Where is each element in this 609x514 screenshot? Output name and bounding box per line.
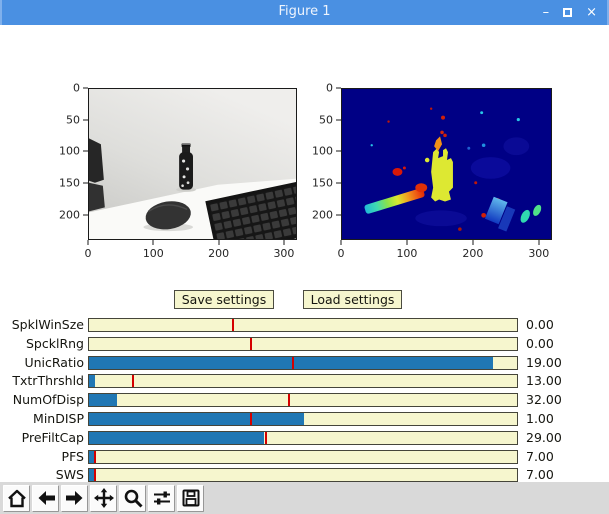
slider-track-SpklWinSze[interactable]	[88, 318, 518, 332]
slider-value: 29.00	[526, 430, 562, 445]
tick-label: 200	[312, 208, 341, 221]
window-controls: – ×	[543, 0, 597, 25]
slider-track-SWS[interactable]	[88, 468, 518, 482]
slider-init-marker	[94, 469, 97, 481]
slider-value: 19.00	[526, 355, 562, 370]
configure-subplots-button[interactable]	[148, 484, 175, 512]
disparity-image	[342, 89, 551, 239]
slider-init-marker	[131, 375, 134, 387]
slider-label: SpcklRng	[26, 336, 84, 351]
left-plot-y-axis: 0 50 100 150 200	[28, 82, 88, 240]
disparity-map-plot[interactable]	[341, 88, 552, 240]
pan-button[interactable]	[90, 484, 117, 512]
slider-row-SWS: SWS 7.00	[0, 468, 609, 482]
close-button[interactable]: ×	[586, 0, 597, 25]
figure-window: Figure 1 – × 0 50 100 150 200 0 100 200 …	[0, 0, 609, 514]
slider-label: PreFiltCap	[21, 430, 84, 445]
tick-label: 0	[85, 240, 92, 260]
slider-init-marker	[232, 319, 235, 331]
slider-init-marker	[288, 394, 291, 406]
tick-label: 200	[208, 240, 229, 260]
slider-label: TxtrThrshld	[12, 373, 84, 388]
tick-label: 0	[73, 82, 88, 95]
sliders-icon	[153, 491, 170, 505]
tick-label: 300	[273, 240, 294, 260]
slider-row-SpklWinSze: SpklWinSze 0.00	[0, 318, 609, 332]
slider-track-UnicRatio[interactable]	[88, 356, 518, 370]
slider-label: NumOfDisp	[12, 392, 84, 407]
slider-label: UnicRatio	[24, 355, 84, 370]
tick-label: 200	[59, 208, 88, 221]
left-plot-x-axis: 0 100 200 300	[85, 240, 297, 260]
titlebar[interactable]: Figure 1 – ×	[0, 0, 609, 25]
slider-init-marker	[250, 338, 253, 350]
tick-label: 0	[326, 82, 341, 95]
slider-fill	[89, 375, 96, 387]
camera-image	[89, 89, 296, 239]
slider-label: PFS	[61, 449, 84, 464]
slider-value: 0.00	[526, 317, 554, 332]
slider-value: 13.00	[526, 373, 562, 388]
slider-track-PFS[interactable]	[88, 450, 518, 464]
slider-value: 7.00	[526, 467, 554, 482]
forward-arrow-icon	[65, 491, 82, 505]
tick-label: 150	[59, 177, 88, 190]
tick-label: 100	[312, 145, 341, 158]
tick-label: 200	[462, 240, 483, 260]
slider-row-PreFiltCap: PreFiltCap 29.00	[0, 431, 609, 445]
slider-row-NumOfDisp: NumOfDisp 32.00	[0, 393, 609, 407]
slider-row-SpcklRng: SpcklRng 0.00	[0, 337, 609, 351]
tick-label: 100	[396, 240, 417, 260]
slider-label: SpklWinSze	[11, 317, 84, 332]
save-settings-button[interactable]: Save settings	[174, 290, 274, 309]
slider-track-MinDISP[interactable]	[88, 412, 518, 426]
tick-label: 50	[319, 113, 341, 126]
slider-track-SpcklRng[interactable]	[88, 337, 518, 351]
slider-row-UnicRatio: UnicRatio 19.00	[0, 356, 609, 370]
slider-row-TxtrThrshld: TxtrThrshld 13.00	[0, 374, 609, 388]
back-arrow-icon	[38, 491, 55, 505]
slider-fill	[89, 394, 117, 406]
tick-label: 300	[528, 240, 549, 260]
slider-label: SWS	[55, 467, 84, 482]
back-button[interactable]	[32, 484, 59, 512]
slider-value: 1.00	[526, 411, 554, 426]
tick-label: 0	[338, 240, 345, 260]
slider-track-NumOfDisp[interactable]	[88, 393, 518, 407]
navigation-toolbar	[0, 482, 609, 514]
camera-image-plot[interactable]	[88, 88, 297, 240]
slider-row-PFS: PFS 7.00	[0, 450, 609, 464]
slider-init-marker	[249, 413, 252, 425]
slider-label: MinDISP	[33, 411, 84, 426]
right-plot-x-axis: 0 100 200 300	[338, 240, 552, 260]
slider-track-PreFiltCap[interactable]	[88, 431, 518, 445]
slider-value: 7.00	[526, 449, 554, 464]
magnifier-icon	[124, 489, 143, 508]
tick-label: 100	[143, 240, 164, 260]
tick-label: 100	[59, 145, 88, 158]
tick-label: 150	[312, 177, 341, 190]
pan-arrows-icon	[93, 488, 114, 508]
slider-init-marker	[291, 357, 294, 369]
slider-init-marker	[94, 451, 97, 463]
load-settings-button[interactable]: Load settings	[303, 290, 402, 309]
zoom-button[interactable]	[119, 484, 146, 512]
forward-button[interactable]	[61, 484, 88, 512]
slider-value: 0.00	[526, 336, 554, 351]
slider-fill	[89, 413, 304, 425]
tick-label: 50	[66, 113, 88, 126]
slider-track-TxtrThrshld[interactable]	[88, 374, 518, 388]
save-figure-button[interactable]	[177, 484, 204, 512]
minimize-button[interactable]: –	[543, 0, 550, 25]
floppy-disk-icon	[182, 489, 199, 507]
home-button[interactable]	[3, 484, 30, 512]
right-plot-y-axis: 0 50 100 150 200	[281, 82, 341, 240]
maximize-button[interactable]	[563, 8, 573, 17]
slider-init-marker	[264, 432, 267, 444]
slider-value: 32.00	[526, 392, 562, 407]
slider-fill	[89, 432, 265, 444]
slider-row-MinDISP: MinDISP 1.00	[0, 412, 609, 426]
home-icon	[7, 489, 26, 508]
window-title: Figure 1	[278, 4, 331, 19]
